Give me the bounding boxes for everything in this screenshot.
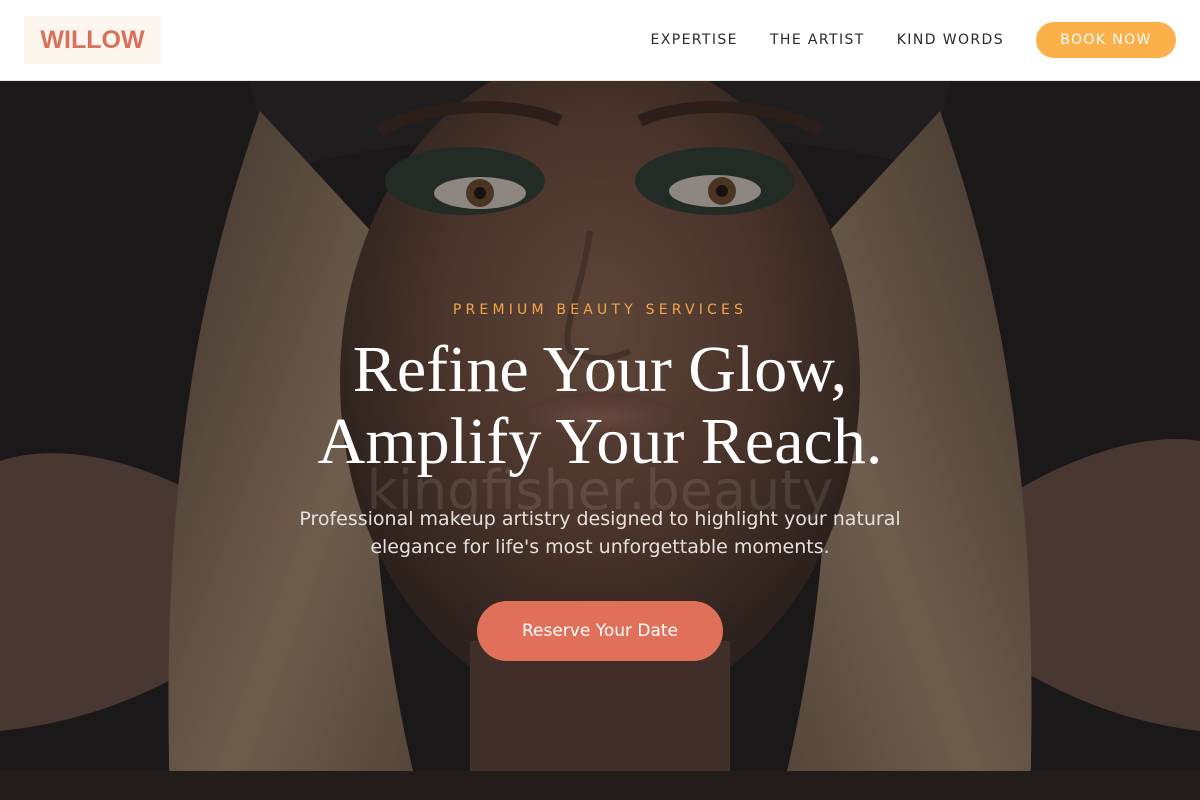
headline-line-1: Refine Your Glow, [352,333,848,406]
site-header: WILLOW EXPERTISE THE ARTIST KIND WORDS B… [0,0,1200,81]
hero-subtext: Professional makeup artistry designed to… [299,508,901,558]
logo[interactable]: WILLOW [24,16,161,64]
hero-section: kingfisher.beauty PREMIUM BEAUTY SERVICE… [0,81,1200,800]
nav-link-kind-words[interactable]: KIND WORDS [897,32,1004,48]
nav-link-the-artist[interactable]: THE ARTIST [770,32,865,48]
hero-eyebrow: PREMIUM BEAUTY SERVICES [452,302,748,318]
reserve-date-button[interactable]: Reserve Your Date [477,601,723,661]
main-nav: EXPERTISE THE ARTIST KIND WORDS BOOK NOW [650,22,1176,58]
hero-content: PREMIUM BEAUTY SERVICES Refine Your Glow… [0,81,1200,800]
nav-link-expertise[interactable]: EXPERTISE [650,32,737,48]
headline-line-2: Amplify Your Reach. [317,405,883,478]
hero-headline: Refine Your Glow, Amplify Your Reach. [0,334,1200,478]
book-now-button[interactable]: BOOK NOW [1036,22,1176,58]
